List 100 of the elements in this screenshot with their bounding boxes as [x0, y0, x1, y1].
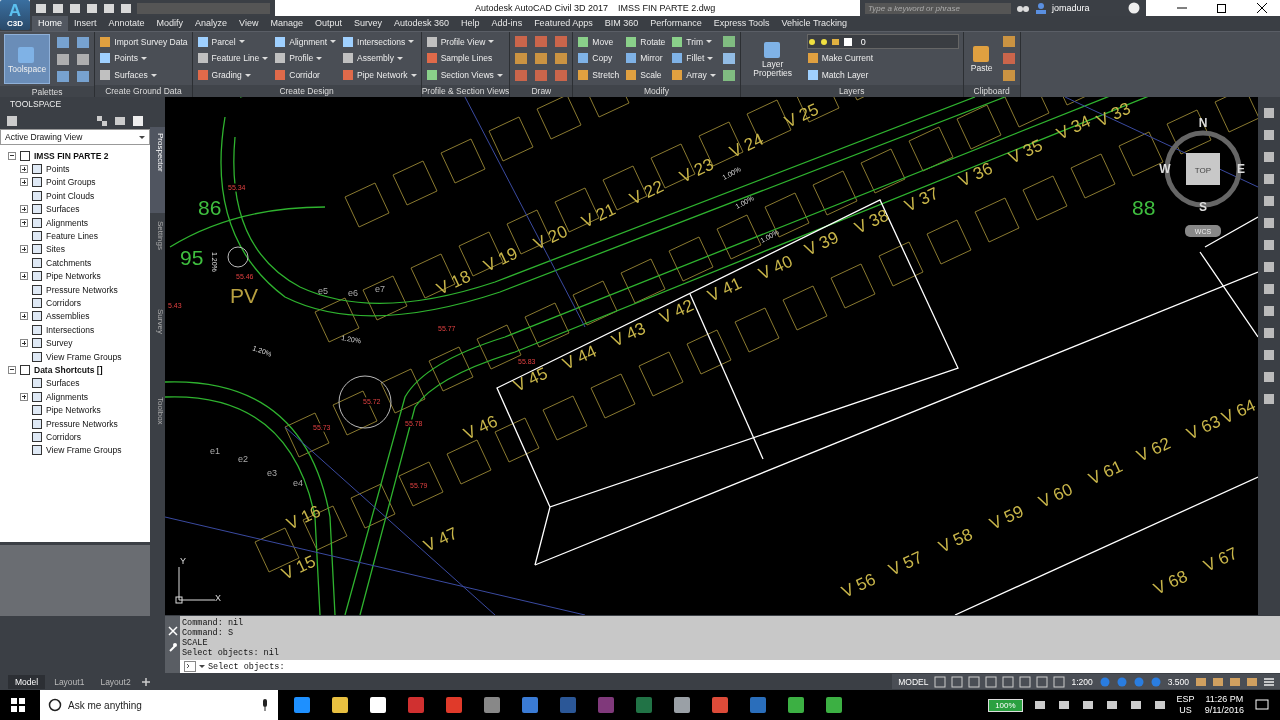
expand-toggle[interactable] [20, 245, 28, 254]
navigation-icon[interactable] [1263, 349, 1275, 361]
ribbon-button[interactable]: Pipe Network [342, 67, 417, 83]
ribbon-button[interactable]: Corridor [274, 67, 337, 83]
ribbon-button[interactable]: Copy [577, 51, 620, 66]
tool-icon[interactable] [56, 52, 71, 66]
toolbar-icon[interactable] [120, 2, 132, 14]
ribbon-tab[interactable]: Autodesk 360 [388, 16, 456, 31]
tool-icon[interactable] [721, 35, 736, 49]
command-input[interactable]: Select objects: [180, 660, 1280, 673]
ribbon-tab[interactable]: BIM 360 [598, 16, 645, 31]
taskbar-app-icon[interactable] [673, 696, 691, 714]
view-dropdown[interactable]: Active Drawing View [0, 129, 150, 145]
tree-item[interactable]: Pipe Networks [46, 271, 101, 282]
palette-tab[interactable]: Survey [150, 303, 165, 389]
panel-title[interactable]: Clipboard [963, 85, 1020, 97]
taskbar-app-icon[interactable] [483, 696, 501, 714]
ribbon-button[interactable]: Parcel [196, 34, 269, 50]
drafting-toggle-icon[interactable] [984, 675, 999, 688]
collapse-toggle[interactable] [8, 365, 16, 374]
drafting-toggle-icon[interactable] [933, 675, 948, 688]
ribbon-tab[interactable]: Help [455, 16, 486, 31]
clock-time[interactable]: 11:26 PM [1205, 694, 1244, 705]
navigation-icon[interactable] [1263, 305, 1275, 317]
navigation-icon[interactable] [1263, 371, 1275, 383]
tray-icon[interactable] [1080, 698, 1095, 712]
tree-item[interactable]: Survey [46, 338, 73, 349]
ribbon-button[interactable]: Profile [274, 51, 337, 66]
drafting-toggle-icon[interactable] [1052, 675, 1067, 688]
tree-item[interactable]: Points [46, 164, 70, 175]
tray-icon[interactable] [1128, 698, 1143, 712]
compass-east[interactable]: E [1237, 162, 1245, 176]
ribbon-button[interactable]: Feature Line [196, 51, 269, 66]
ribbon-button[interactable]: Array [671, 67, 716, 83]
tool-icon[interactable] [721, 68, 736, 82]
navigation-icon[interactable] [1263, 107, 1275, 119]
tree-item[interactable]: Catchments [46, 257, 92, 268]
tree-item[interactable]: Corridors [46, 431, 81, 442]
ribbon-tab[interactable]: Modify [150, 16, 190, 31]
menu-icon[interactable] [1262, 675, 1276, 688]
ribbon-button[interactable]: Alignment [274, 34, 337, 50]
maximize-icon[interactable] [1216, 2, 1228, 14]
toolbar-icon[interactable] [52, 2, 64, 14]
drafting-toggle-icon[interactable] [1001, 675, 1016, 688]
ribbon-button[interactable]: Match Layer [806, 67, 959, 83]
app-menu-button[interactable]: A C3D [0, 0, 30, 30]
tree-item[interactable]: Sites [46, 244, 65, 255]
palette-tab[interactable]: Settings [150, 215, 165, 301]
ribbon-button[interactable]: Points [99, 51, 188, 66]
navigation-icon[interactable] [1263, 393, 1275, 405]
ribbon-button[interactable]: Assembly [342, 51, 417, 66]
tree-item[interactable]: Pipe Networks [46, 405, 101, 416]
caret-icon[interactable] [199, 665, 205, 668]
layout-tab[interactable]: Layout2 [93, 674, 138, 689]
ribbon-tab[interactable]: Analyze [189, 16, 234, 31]
panel-title[interactable]: Layers [740, 85, 963, 97]
cortana-icon[interactable] [48, 698, 62, 712]
input-language[interactable]: ESP [1176, 694, 1195, 705]
tray-icon[interactable] [1032, 698, 1047, 712]
search-field[interactable]: Type a keyword or phrase [865, 2, 1011, 14]
panel-title[interactable]: Create Ground Data [95, 85, 192, 97]
tray-icon[interactable] [1056, 698, 1071, 712]
status-toggle-icon[interactable] [1245, 675, 1259, 688]
tool-icon[interactable] [514, 52, 529, 65]
tree-item[interactable]: Pressure Networks [46, 284, 118, 295]
tree-item[interactable]: View Frame Groups [46, 351, 122, 362]
tool-icon[interactable] [1001, 68, 1016, 82]
clock-date[interactable]: 9/11/2016 [1204, 705, 1244, 716]
navigation-icon[interactable] [1263, 217, 1275, 229]
ribbon-button[interactable]: Section Views [425, 67, 503, 83]
notification-icon[interactable] [1254, 697, 1270, 713]
expand-toggle[interactable] [20, 339, 28, 348]
taskbar-search-box[interactable]: Ask me anything [40, 690, 278, 720]
navigation-icon[interactable] [1263, 239, 1275, 251]
layout-tab[interactable]: Layout1 [47, 674, 92, 689]
ribbon-tab[interactable]: Add-ins [485, 16, 529, 31]
layer-dropdown[interactable]: 0 [806, 34, 959, 50]
ribbon-button[interactable]: Make Current [806, 51, 959, 66]
wrench-icon[interactable] [167, 642, 178, 652]
tool-icon[interactable] [56, 35, 71, 49]
expand-toggle[interactable] [20, 392, 28, 401]
taskbar-app-icon[interactable] [331, 696, 349, 714]
tray-icon[interactable] [1104, 698, 1119, 712]
ribbon-tab[interactable]: Manage [264, 16, 309, 31]
navigation-icon[interactable] [1263, 195, 1275, 207]
tool-icon[interactable] [76, 69, 91, 83]
close-icon[interactable] [1256, 2, 1268, 14]
ribbon-tab[interactable]: Vehicle Tracking [775, 16, 854, 31]
panel-title[interactable]: Draw [510, 85, 573, 97]
ribbon-large-button[interactable]: Layer Properties [744, 34, 801, 83]
drafting-toggle-icon[interactable] [1018, 675, 1033, 688]
tree-item[interactable]: IMSS FIN PARTE 2 [34, 150, 109, 161]
palette-tab[interactable]: Prospector [150, 127, 165, 213]
list-icon[interactable] [114, 114, 126, 127]
drafting-toggle-icon[interactable] [950, 675, 965, 688]
microphone-icon[interactable] [260, 698, 270, 712]
ribbon-button[interactable]: Stretch [577, 67, 620, 83]
tool-icon[interactable] [721, 52, 736, 65]
tool-icon[interactable] [76, 35, 91, 49]
panel-title[interactable]: Profile & Section Views [421, 85, 510, 97]
